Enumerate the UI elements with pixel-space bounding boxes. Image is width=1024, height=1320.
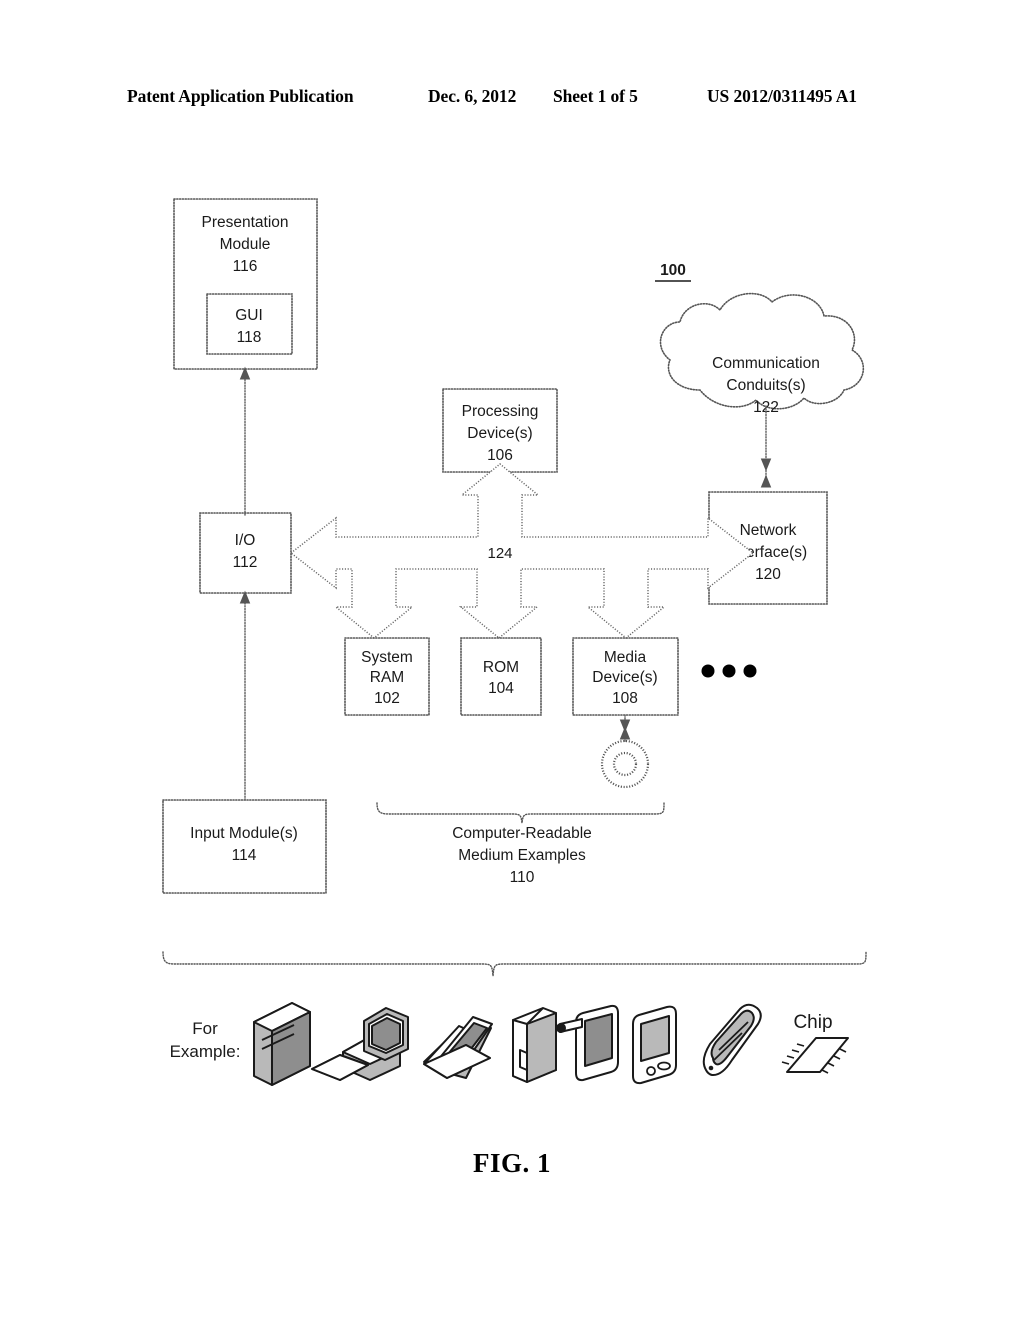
communication-conduits-cloud: Communication Conduits(s) 122 bbox=[659, 292, 865, 416]
processing-device-ref: 106 bbox=[487, 447, 513, 464]
system-bus-124: 124 bbox=[289, 463, 755, 639]
system-ram-label-1: System bbox=[361, 649, 413, 666]
input-module-label: Input Module(s) bbox=[190, 825, 298, 842]
presentation-module-label-1: Presentation bbox=[201, 214, 288, 231]
bus-ref-label: 124 bbox=[487, 545, 512, 562]
gui-ref: 118 bbox=[237, 329, 262, 346]
for-example-label: For Example: bbox=[170, 1019, 241, 1061]
rom-ref: 104 bbox=[488, 680, 514, 697]
chip-label: Chip bbox=[793, 1012, 832, 1033]
presentation-module-block: Presentation Module 116 GUI 118 bbox=[173, 198, 318, 370]
computer-readable-label-1: Computer-Readable bbox=[452, 825, 592, 842]
media-device-label-2: Device(s) bbox=[592, 669, 657, 686]
connector-media-device-to-disc bbox=[619, 714, 631, 743]
system-reference-100: 100 bbox=[655, 262, 691, 282]
presentation-module-label-2: Module bbox=[220, 236, 271, 253]
system-diagram: 100 Presentation Module 116 GUI 118 Proc… bbox=[162, 198, 867, 1086]
for-example-line-2: Example: bbox=[170, 1042, 241, 1061]
connector-io-to-presentation bbox=[239, 366, 251, 516]
io-ref: 112 bbox=[233, 554, 258, 571]
connector-cloud-to-network-interface bbox=[760, 405, 772, 488]
presentation-module-ref: 116 bbox=[233, 258, 258, 275]
network-interface-label-1: Network bbox=[740, 522, 797, 539]
computer-readable-medium-brace: Computer-Readable Medium Examples 110 bbox=[376, 802, 665, 886]
media-device-block: Media Device(s) 108 bbox=[572, 637, 679, 716]
server-tower-icon bbox=[253, 1002, 311, 1086]
optical-disc-icon bbox=[600, 739, 650, 789]
system-ram-block: System RAM 102 bbox=[344, 637, 430, 716]
tablet-stylus-icon bbox=[556, 1004, 619, 1082]
input-module-ref: 114 bbox=[232, 847, 257, 864]
for-example-line-1: For bbox=[192, 1019, 218, 1038]
flip-phone-icon bbox=[702, 1003, 762, 1077]
pda-phone-icon bbox=[632, 1005, 677, 1085]
system-ram-label-2: RAM bbox=[370, 669, 404, 686]
media-device-ref: 108 bbox=[612, 690, 638, 707]
gui-block: GUI 118 bbox=[206, 293, 293, 355]
processing-device-block: Processing Device(s) 106 bbox=[442, 388, 558, 473]
laptop-icon bbox=[423, 1016, 493, 1079]
media-device-label-1: Media bbox=[604, 649, 647, 666]
chip-icon: Chip bbox=[781, 1012, 849, 1074]
network-interface-ref: 120 bbox=[755, 566, 781, 583]
computer-readable-label-2: Medium Examples bbox=[458, 847, 586, 864]
rom-block: ROM 104 bbox=[460, 637, 542, 716]
system-reference-label: 100 bbox=[660, 262, 686, 279]
gui-label: GUI bbox=[235, 307, 263, 324]
system-ram-ref: 102 bbox=[374, 690, 400, 707]
ellipsis-dots bbox=[701, 664, 757, 678]
processing-device-label-1: Processing bbox=[462, 403, 539, 420]
figure-caption: FIG. 1 bbox=[472, 1148, 551, 1178]
computer-readable-ref: 110 bbox=[510, 869, 535, 886]
communication-conduits-label-2: Conduits(s) bbox=[726, 377, 805, 394]
desktop-computer-icon bbox=[311, 1007, 409, 1081]
connector-input-module-to-io bbox=[239, 590, 251, 801]
patent-figure-page: Patent Application Publication Dec. 6, 2… bbox=[0, 0, 1024, 1320]
processing-device-label-2: Device(s) bbox=[467, 425, 532, 442]
io-block: I/O 112 bbox=[199, 512, 292, 594]
book-reader-icon bbox=[512, 1007, 557, 1083]
input-module-block: Input Module(s) 114 bbox=[162, 799, 327, 894]
io-label: I/O bbox=[235, 532, 256, 549]
examples-brace bbox=[162, 951, 867, 977]
rom-label: ROM bbox=[483, 659, 519, 676]
communication-conduits-label-1: Communication bbox=[712, 355, 820, 372]
